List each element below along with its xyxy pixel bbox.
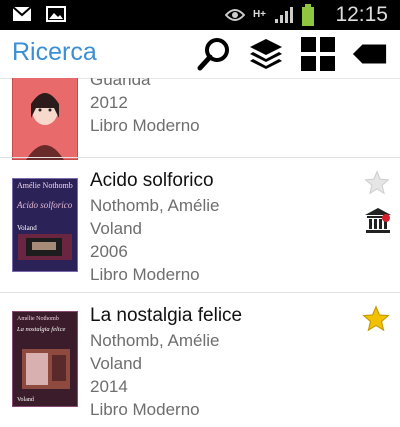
cover-author: Amélie Nothomb bbox=[17, 181, 73, 190]
book-cover: Amélie Nothomb Acido solforico Voland bbox=[12, 178, 78, 272]
list-item[interactable]: Amélie Nothomb Acido solforico Voland Ac… bbox=[0, 158, 400, 292]
tag-button[interactable] bbox=[352, 36, 388, 72]
book-publisher: Voland bbox=[90, 354, 142, 373]
layers-button[interactable] bbox=[248, 36, 284, 72]
cover-title: La nostalgia felice bbox=[16, 326, 66, 333]
library-icon[interactable] bbox=[364, 206, 392, 234]
image-icon bbox=[46, 6, 66, 22]
status-bar: H+ 12:15 bbox=[0, 0, 400, 30]
eye-icon bbox=[224, 9, 245, 21]
battery-icon bbox=[302, 4, 314, 26]
page-title: Ricerca bbox=[12, 38, 97, 66]
book-year: 2012 bbox=[90, 93, 128, 112]
favorite-star-icon[interactable] bbox=[364, 170, 390, 196]
book-year: 2014 bbox=[90, 377, 128, 396]
search-icon bbox=[197, 38, 229, 71]
grid-view-button[interactable] bbox=[300, 36, 336, 72]
cover-author: Amélie Nothomb bbox=[17, 316, 59, 322]
favorite-star-icon[interactable] bbox=[362, 305, 390, 333]
search-button[interactable] bbox=[196, 36, 232, 72]
cover-title: Acido solforico bbox=[16, 200, 73, 210]
book-title: Acido solforico bbox=[90, 170, 214, 191]
book-cover bbox=[12, 78, 78, 160]
book-publisher: Guanda bbox=[90, 78, 151, 89]
grid-icon bbox=[301, 37, 335, 71]
book-author: Nothomb, Amélie bbox=[90, 331, 220, 350]
tag-icon bbox=[352, 44, 387, 64]
network-type: H+ bbox=[252, 9, 266, 20]
cover-publisher: Voland bbox=[17, 224, 37, 232]
book-type: Libro Moderno bbox=[90, 265, 200, 284]
book-type: Libro Moderno bbox=[90, 116, 200, 135]
email-icon bbox=[12, 6, 32, 21]
book-publisher: Voland bbox=[90, 219, 142, 238]
book-title: La nostalgia felice bbox=[90, 305, 243, 326]
action-bar: Ricerca bbox=[0, 30, 400, 79]
book-year: 2006 bbox=[90, 242, 128, 261]
cover-publisher: Voland bbox=[17, 397, 34, 403]
results-list[interactable]: Guanda 2012 Libro Moderno Amélie Nothomb… bbox=[0, 78, 400, 427]
clock: 12:15 bbox=[335, 3, 388, 26]
layers-icon bbox=[250, 39, 282, 69]
list-item[interactable]: Amélie Nothomb La nostalgia felice Volan… bbox=[0, 293, 400, 427]
book-cover: Amélie Nothomb La nostalgia felice Volan… bbox=[12, 311, 78, 407]
book-type: Libro Moderno bbox=[90, 400, 200, 419]
book-author: Nothomb, Amélie bbox=[90, 196, 220, 215]
list-item[interactable]: Guanda 2012 Libro Moderno bbox=[0, 78, 400, 160]
signal-icon bbox=[275, 7, 293, 23]
